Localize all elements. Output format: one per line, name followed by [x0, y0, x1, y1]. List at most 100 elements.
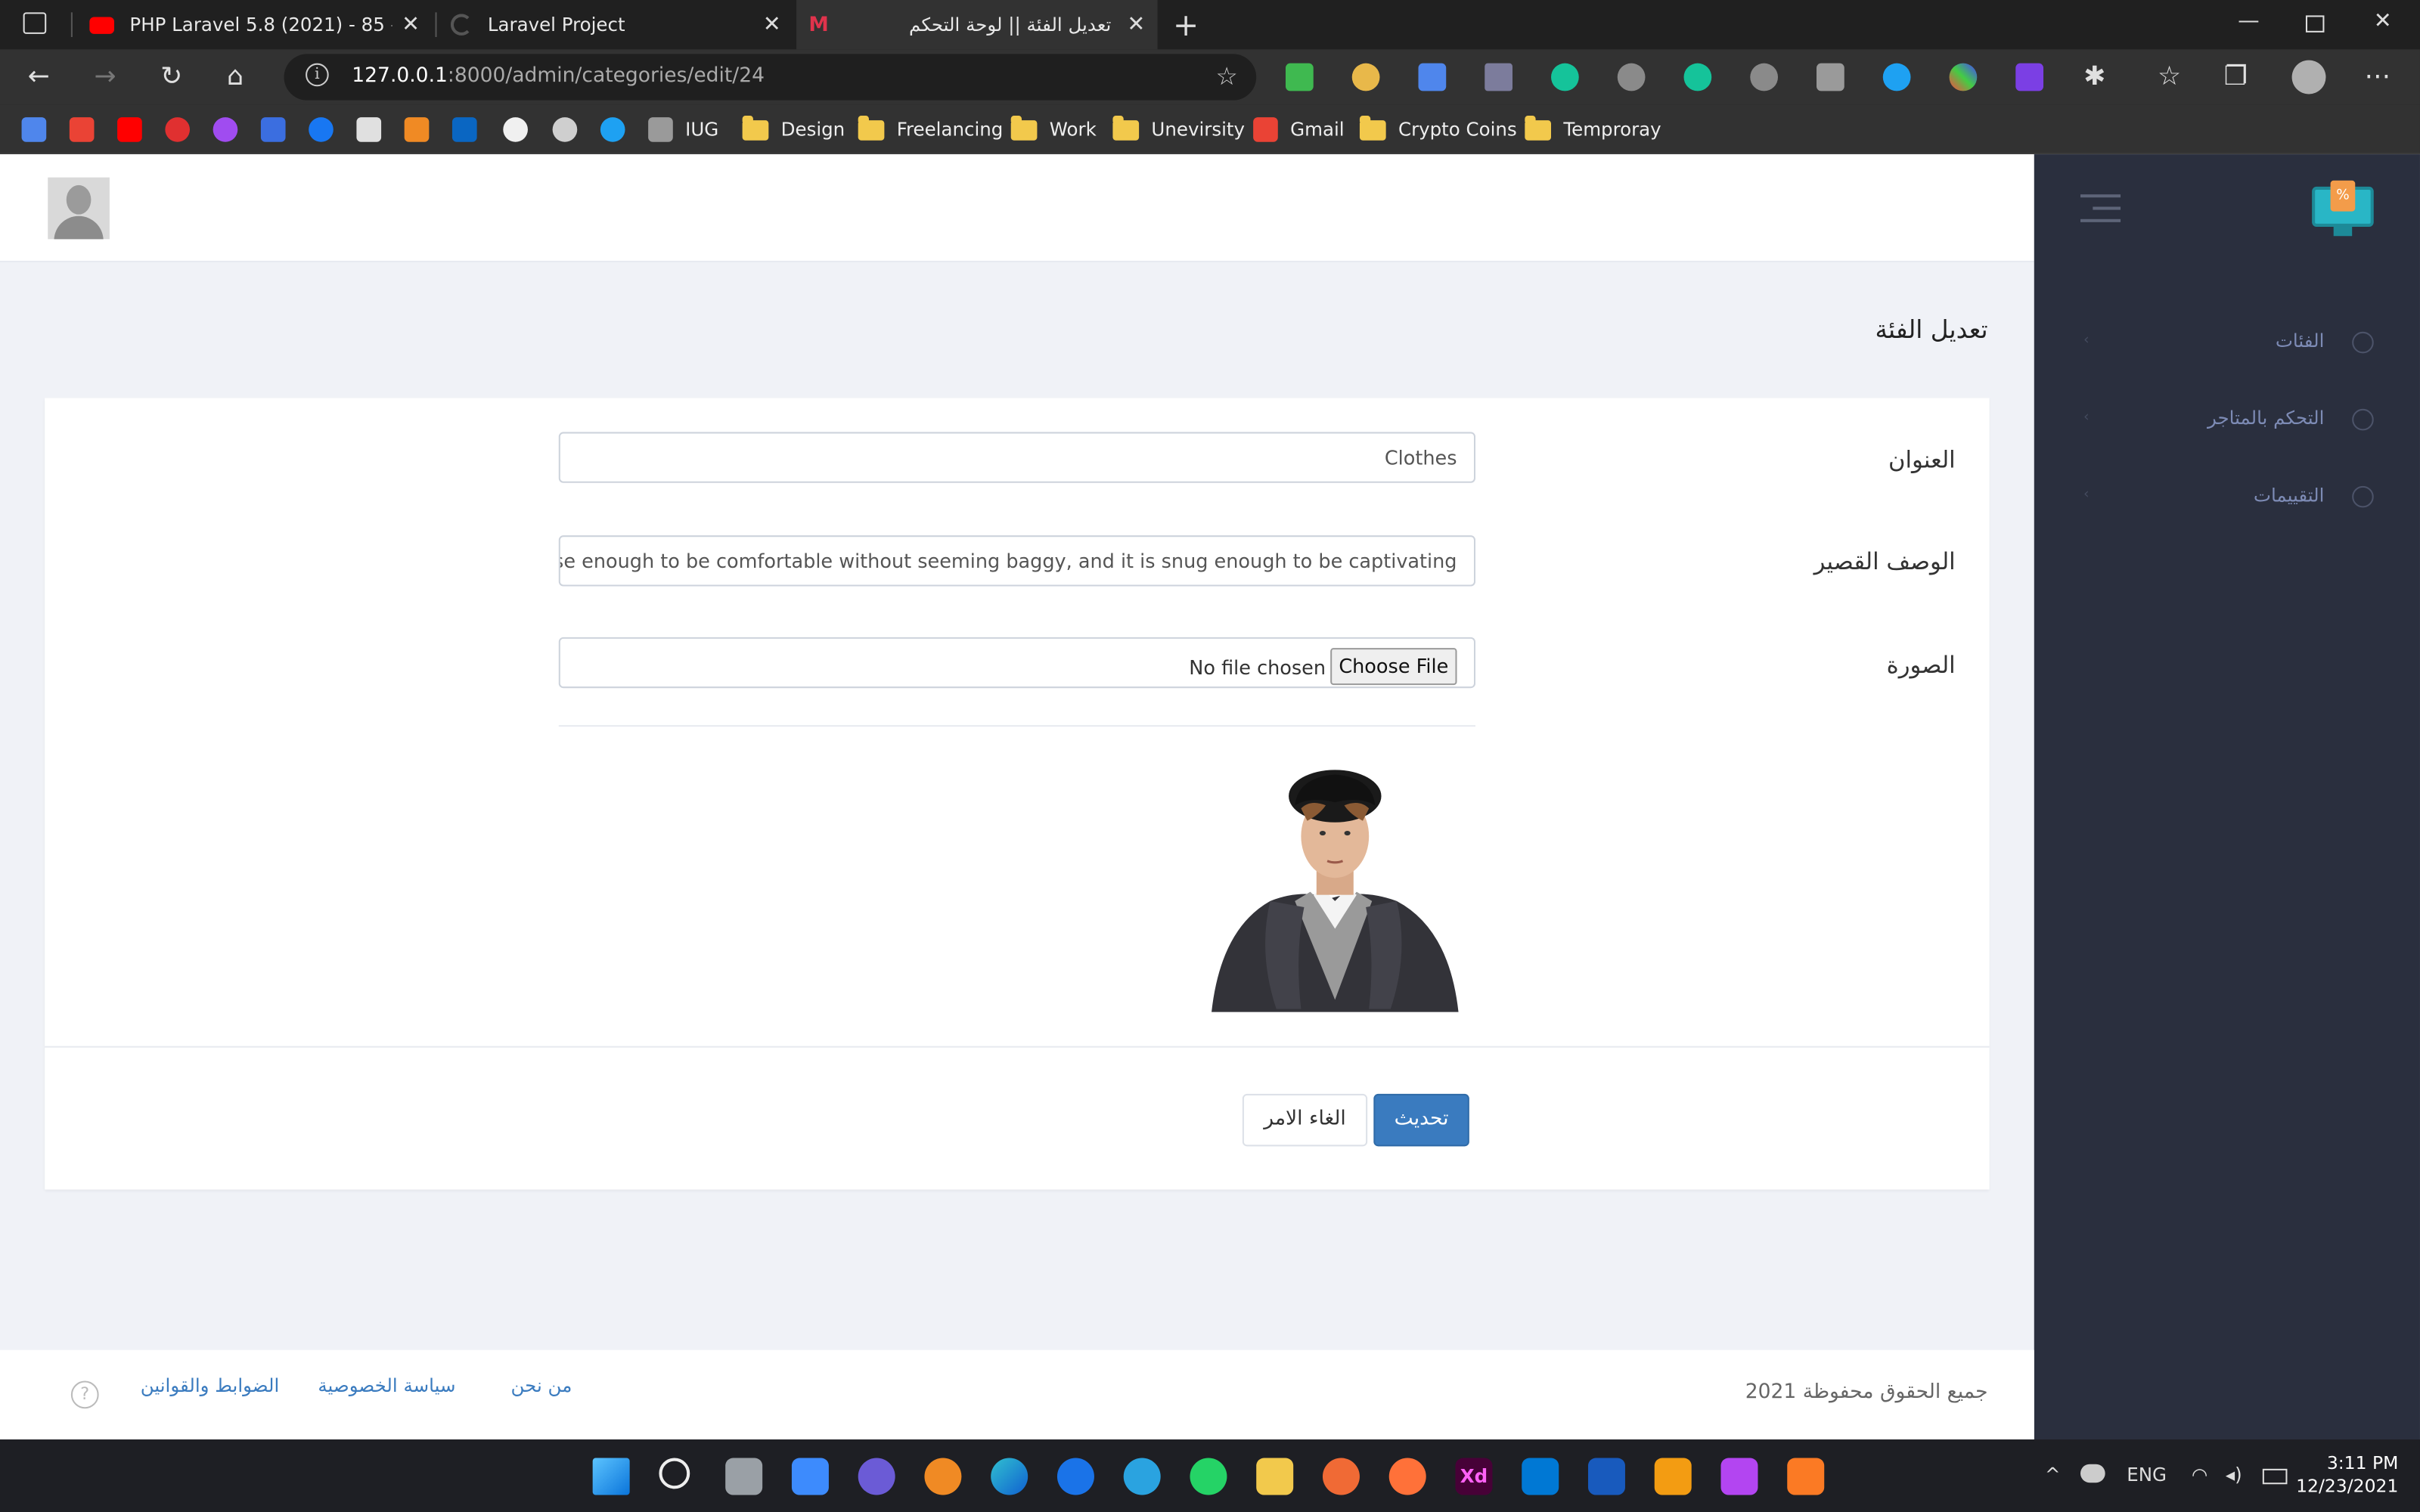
widgets-icon[interactable]: [791, 1458, 829, 1495]
footer-link-terms[interactable]: الضوابط والقوانين: [141, 1374, 280, 1396]
home-icon[interactable]: ⌂: [227, 62, 244, 93]
linkedin-bookmark-icon[interactable]: [451, 117, 477, 142]
language-indicator[interactable]: ENG: [2127, 1464, 2167, 1486]
bookmark-temproray[interactable]: Temproray: [1525, 115, 1661, 144]
footer-link-privacy[interactable]: سياسة الخصوصية: [318, 1374, 455, 1396]
bookmark-icon[interactable]: [356, 117, 382, 142]
bookmark-icon[interactable]: [404, 117, 430, 142]
description-input[interactable]: t is loose enough to be comfortable with…: [558, 535, 1476, 587]
mouse-extension-icon[interactable]: [1750, 63, 1779, 91]
vpn-extension-icon[interactable]: [2015, 63, 2044, 91]
telegram-icon[interactable]: [1123, 1458, 1161, 1495]
file-explorer-icon[interactable]: [1256, 1458, 1294, 1495]
help-icon[interactable]: ?: [70, 1380, 99, 1409]
adobe-xd-icon[interactable]: Xd: [1455, 1458, 1493, 1495]
bookmark-university[interactable]: Unevirsity: [1112, 115, 1245, 144]
shield-extension-icon[interactable]: [1285, 63, 1314, 91]
facebook-bookmark-icon[interactable]: [309, 117, 334, 142]
wifi-icon[interactable]: ◠: [2192, 1464, 2207, 1486]
system-clock[interactable]: 3:11 PM 12/23/2021: [2296, 1452, 2398, 1498]
messenger-bookmark-icon[interactable]: [213, 117, 238, 142]
extension-icon[interactable]: [1351, 63, 1380, 91]
bookmark-work[interactable]: Work: [1010, 115, 1097, 144]
app-icon[interactable]: [1322, 1458, 1360, 1495]
camera-extension-icon[interactable]: [1817, 63, 1844, 91]
pen-extension-icon[interactable]: [1485, 63, 1512, 91]
favorites-icon[interactable]: ☆: [2158, 62, 2181, 93]
edge-icon[interactable]: [991, 1458, 1028, 1495]
color-extension-icon[interactable]: [1949, 63, 1978, 91]
translate-bookmark-icon[interactable]: [21, 117, 47, 142]
back-icon[interactable]: ←: [28, 62, 50, 93]
tab-youtube[interactable]: PHP Laravel 5.8 (2021) - 85 - HT ✕: [77, 0, 432, 49]
bookmark-crypto-coins[interactable]: Crypto Coins: [1359, 115, 1517, 144]
edge-bookmark-icon[interactable]: [600, 117, 625, 142]
search-app-icon[interactable]: [924, 1458, 962, 1495]
vscode-icon[interactable]: [1522, 1458, 1559, 1495]
gmail-bookmark-icon[interactable]: [69, 117, 95, 142]
translate-extension-icon[interactable]: [1418, 63, 1447, 91]
close-tab-icon[interactable]: ✕: [763, 12, 781, 37]
choose-file-button[interactable]: Choose File: [1330, 648, 1457, 686]
tab-actions-icon[interactable]: [23, 12, 47, 34]
sidebar-item-ratings[interactable]: التقييمات ‹: [2034, 476, 2420, 522]
title-input[interactable]: Clothes: [558, 432, 1476, 483]
store-logo[interactable]: %: [2312, 180, 2374, 240]
word-icon[interactable]: [1587, 1458, 1625, 1495]
sidebar-item-categories[interactable]: الفئات ‹: [2034, 321, 2420, 367]
browser-tab-strip: PHP Laravel 5.8 (2021) - 85 - HT ✕ Larav…: [0, 0, 2420, 50]
close-tab-icon[interactable]: ✕: [402, 12, 420, 37]
phpstorm-icon[interactable]: [1720, 1458, 1758, 1495]
pdf-app-icon[interactable]: [1654, 1458, 1692, 1495]
admin-topbar: [0, 154, 2034, 262]
bookmark-iug[interactable]: IUG: [648, 116, 718, 144]
sidebar-item-stores[interactable]: التحكم بالمتاجر ‹: [2034, 398, 2420, 445]
bookmark-design[interactable]: Design: [742, 115, 845, 144]
task-view-icon[interactable]: [725, 1458, 763, 1495]
volume-icon[interactable]: ◂): [2226, 1464, 2242, 1486]
grammarly-icon[interactable]: [1551, 63, 1579, 91]
new-tab-icon[interactable]: +: [1173, 6, 1199, 43]
tab-laravel-project[interactable]: Laravel Project ✕: [439, 0, 793, 49]
image-file-input[interactable]: No file chosen Choose File: [558, 637, 1476, 689]
firefox-icon[interactable]: [1388, 1458, 1426, 1495]
cancel-button[interactable]: الغاء الامر: [1242, 1093, 1368, 1147]
edge-extension-icon[interactable]: [1882, 63, 1911, 91]
bookmark-gmail[interactable]: Gmail: [1253, 116, 1345, 144]
yandex-bookmark-icon[interactable]: [165, 117, 191, 142]
tab-active-edit-category[interactable]: M تعديل الفئة || لوحة التحكم ✕: [796, 0, 1158, 50]
chat-icon[interactable]: [858, 1458, 895, 1495]
more-menu-icon[interactable]: ⋯: [2365, 62, 2391, 93]
github-bookmark-icon[interactable]: [503, 117, 528, 142]
footer-link-about[interactable]: من نحن: [511, 1374, 572, 1396]
close-window-icon[interactable]: ✕: [2374, 9, 2392, 34]
whatsapp-icon[interactable]: [1190, 1458, 1227, 1495]
bookmark-freelancing[interactable]: Freelancing: [858, 115, 1003, 144]
profile-avatar-icon[interactable]: [2291, 60, 2326, 94]
speed-bookmark-icon[interactable]: [552, 117, 578, 142]
minimize-icon[interactable]: —: [2238, 9, 2260, 34]
chevron-up-icon[interactable]: ^: [2045, 1464, 2061, 1486]
restore-icon[interactable]: [2305, 15, 2325, 33]
search-icon[interactable]: [659, 1458, 690, 1489]
youtube-bookmark-icon[interactable]: [117, 117, 142, 142]
add-favorite-icon[interactable]: ☆: [1215, 62, 1237, 91]
site-info-icon[interactable]: i: [306, 63, 329, 87]
onedrive-icon[interactable]: [2080, 1464, 2105, 1483]
reload-icon[interactable]: ↻: [160, 62, 182, 93]
xampp-icon[interactable]: [1787, 1458, 1825, 1495]
bookmark-icon[interactable]: [260, 117, 286, 142]
address-bar[interactable]: i 127.0.0.1:8000/admin/categories/edit/2…: [284, 54, 1257, 101]
user-avatar[interactable]: [48, 177, 110, 240]
update-button[interactable]: تحديث: [1373, 1093, 1469, 1147]
forward-icon[interactable]: →: [94, 62, 116, 93]
mouse-extension-icon[interactable]: [1617, 63, 1646, 91]
battery-icon[interactable]: [2262, 1468, 2288, 1485]
windows-start-icon[interactable]: [592, 1458, 630, 1495]
collections-icon[interactable]: ❐: [2224, 62, 2248, 93]
menu-toggle-icon[interactable]: [2080, 194, 2121, 231]
app-icon[interactable]: [1056, 1458, 1094, 1495]
grammarly-icon[interactable]: [1683, 63, 1712, 91]
close-tab-icon[interactable]: ✕: [1127, 12, 1145, 37]
extensions-icon[interactable]: ✱: [2083, 62, 2105, 93]
